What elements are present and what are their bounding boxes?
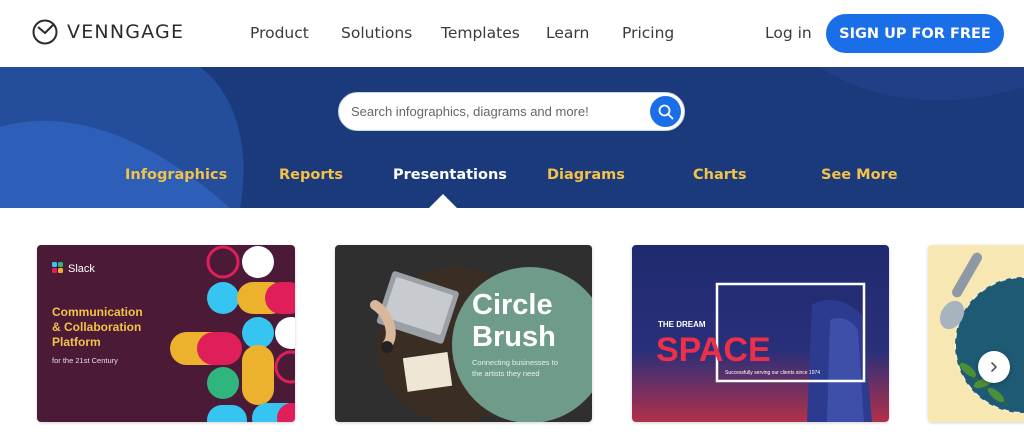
active-tab-pointer [429, 194, 457, 208]
kitchen-template-thumbnail [928, 245, 1024, 422]
card-title-line-1: Circle [472, 289, 553, 321]
card-title: SPACE [656, 331, 771, 369]
nav-product[interactable]: Product [250, 24, 309, 42]
dream-space-template-thumbnail: THE DREAM SPACE Successfully serving our… [632, 245, 889, 422]
tab-diagrams[interactable]: Diagrams [547, 167, 625, 183]
card-subtitle-line-2: the artists they need [472, 369, 540, 378]
card-title-line-3: Platform [52, 335, 101, 349]
search-bar [338, 92, 685, 131]
tab-infographics[interactable]: Infographics [125, 167, 227, 183]
venngage-logo-icon [32, 19, 58, 45]
card-subtitle: Successfully serving our clients since 1… [725, 370, 820, 376]
nav-pricing[interactable]: Pricing [622, 24, 674, 42]
card-subtitle-line-1: Connecting businesses to [472, 358, 558, 367]
card-title-line-2: Brush [472, 321, 556, 353]
tab-presentations[interactable]: Presentations [393, 167, 507, 183]
card-title-line-1: Communication [52, 305, 143, 319]
carousel-next-button[interactable] [978, 351, 1010, 383]
template-card-dream-space[interactable]: THE DREAM SPACE Successfully serving our… [632, 245, 889, 422]
signup-button[interactable]: SIGN UP FOR FREE [826, 14, 1004, 53]
card-badge: Slack [68, 263, 95, 275]
circle-brush-template-thumbnail: Circle Brush Connecting businesses to th… [335, 245, 592, 422]
tab-charts[interactable]: Charts [693, 167, 746, 183]
nav-learn[interactable]: Learn [546, 24, 589, 42]
template-card-circle-brush[interactable]: Circle Brush Connecting businesses to th… [335, 245, 592, 422]
nav-solutions[interactable]: Solutions [341, 24, 412, 42]
tab-see-more[interactable]: See More [821, 167, 898, 183]
card-kicker: THE DREAM [658, 320, 706, 329]
brand-name: VENNGAGE [67, 21, 185, 43]
chevron-right-icon [991, 362, 997, 372]
search-button[interactable] [650, 96, 681, 127]
search-input[interactable] [351, 93, 641, 130]
card-title-line-2: & Collaboration [52, 320, 141, 334]
template-card-kitchen[interactable] [928, 245, 1024, 422]
hero-banner: Infographics Reports Presentations Diagr… [0, 67, 1024, 208]
venngage-logo[interactable]: VENNGAGE [32, 19, 184, 45]
card-subtitle: for the 21st Century [52, 356, 118, 365]
template-card-slack[interactable]: Slack Communication & Collaboration Plat… [37, 245, 295, 422]
top-navigation-bar: VENNGAGE Product Solutions Templates Lea… [0, 0, 1024, 67]
nav-templates[interactable]: Templates [441, 24, 520, 42]
tower-building [807, 299, 872, 422]
search-icon [658, 104, 673, 119]
slack-template-thumbnail: Slack Communication & Collaboration Plat… [37, 245, 295, 422]
hero-background-shapes [0, 67, 1024, 208]
tab-reports[interactable]: Reports [279, 167, 343, 183]
login-link[interactable]: Log in [765, 24, 812, 42]
